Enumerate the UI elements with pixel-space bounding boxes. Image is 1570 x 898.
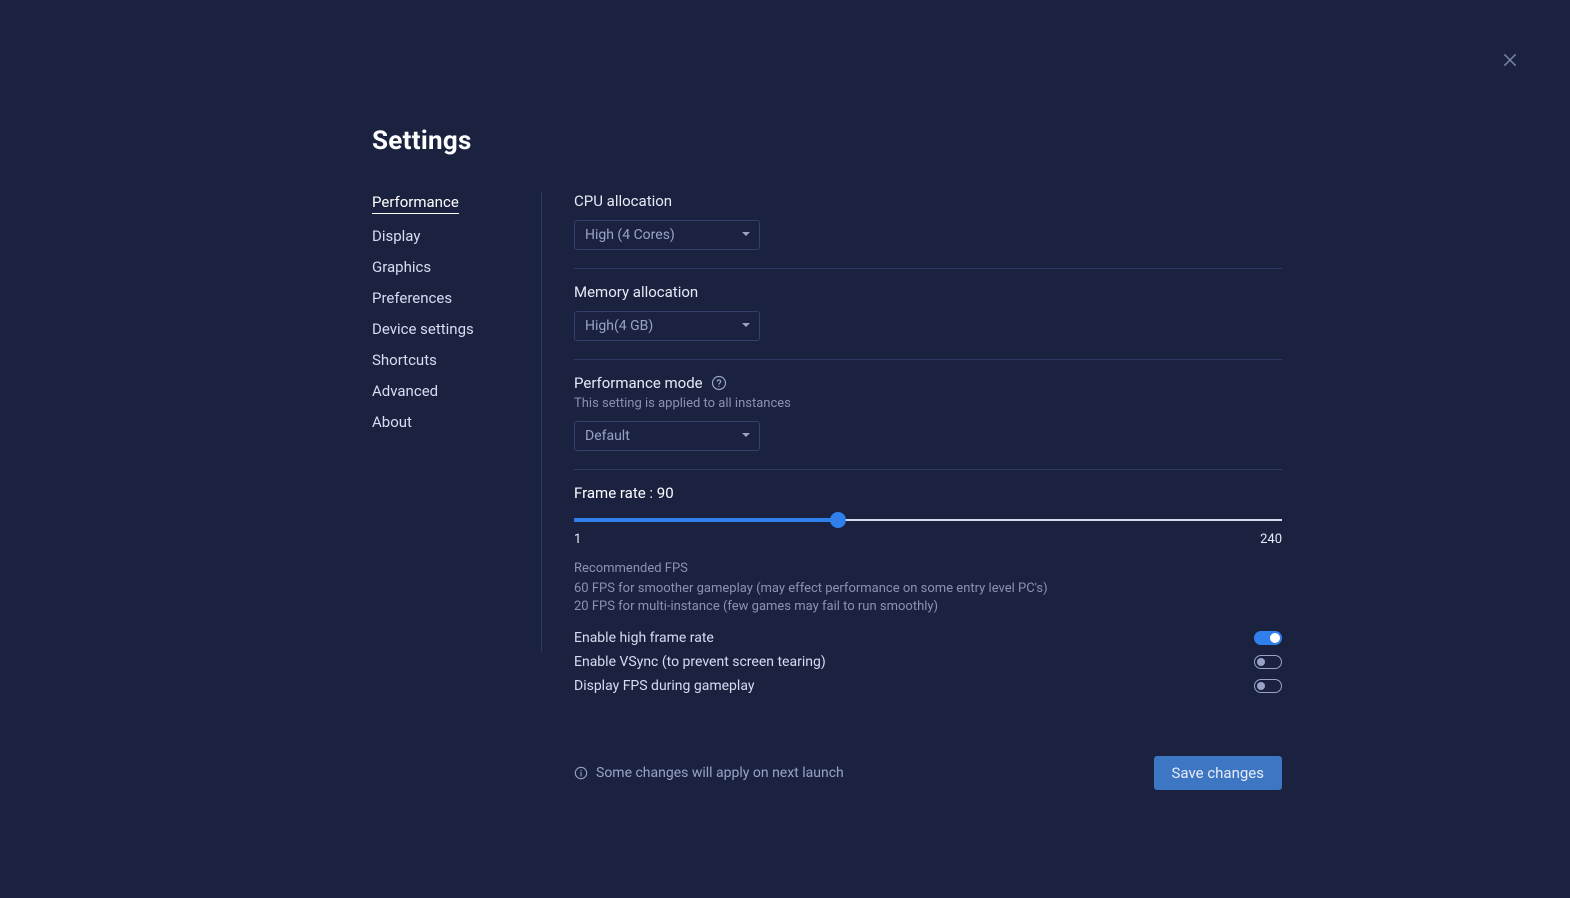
sidebar-item-display[interactable]: Display	[372, 227, 420, 245]
cpu-allocation-label: CPU allocation	[574, 192, 1282, 210]
memory-allocation-select[interactable]: High(4 GB)	[574, 311, 760, 341]
slider-thumb[interactable]	[830, 512, 846, 528]
sidebar-item-about[interactable]: About	[372, 413, 412, 431]
sidebar-item-graphics[interactable]: Graphics	[372, 258, 431, 276]
page-title: Settings	[372, 126, 1570, 156]
performance-mode-label: Performance mode	[574, 374, 1282, 392]
frame-rate-label: Frame rate : 90	[574, 484, 1282, 502]
toggle-vsync[interactable]	[1254, 655, 1282, 669]
help-icon[interactable]	[711, 375, 727, 391]
recommended-fps-title: Recommended FPS	[574, 561, 1282, 576]
cpu-allocation-select[interactable]: High (4 Cores)	[574, 220, 760, 250]
toggle-vsync-label: Enable VSync (to prevent screen tearing)	[574, 654, 826, 670]
toggle-show-fps-label: Display FPS during gameplay	[574, 678, 754, 694]
close-icon	[1501, 51, 1519, 69]
info-icon	[574, 766, 588, 780]
sidebar-item-device-settings[interactable]: Device settings	[372, 320, 474, 338]
chevron-down-icon	[741, 227, 751, 243]
chevron-down-icon	[741, 318, 751, 334]
cpu-allocation-value: High (4 Cores)	[585, 227, 675, 243]
footer-note: Some changes will apply on next launch	[574, 765, 844, 781]
close-button[interactable]	[1498, 48, 1522, 72]
frame-rate-min: 1	[574, 532, 581, 547]
settings-sidebar: Performance Display Graphics Preferences…	[372, 192, 542, 652]
save-changes-button[interactable]: Save changes	[1154, 756, 1282, 790]
sidebar-item-preferences[interactable]: Preferences	[372, 289, 452, 307]
toggle-high-fps-label: Enable high frame rate	[574, 630, 714, 646]
sidebar-item-performance[interactable]: Performance	[372, 193, 459, 214]
memory-allocation-label: Memory allocation	[574, 283, 1282, 301]
toggle-high-fps[interactable]	[1254, 631, 1282, 645]
sidebar-item-shortcuts[interactable]: Shortcuts	[372, 351, 437, 369]
recommended-fps-body: 60 FPS for smoother gameplay (may effect…	[574, 580, 1054, 616]
frame-rate-max: 240	[1260, 532, 1282, 547]
frame-rate-slider[interactable]	[574, 514, 1282, 526]
performance-mode-select[interactable]: Default	[574, 421, 760, 451]
performance-mode-value: Default	[585, 428, 630, 444]
toggle-show-fps[interactable]	[1254, 679, 1282, 693]
sidebar-item-advanced[interactable]: Advanced	[372, 382, 438, 400]
performance-mode-subtext: This setting is applied to all instances	[574, 396, 1282, 411]
chevron-down-icon	[741, 428, 751, 444]
memory-allocation-value: High(4 GB)	[585, 318, 653, 334]
